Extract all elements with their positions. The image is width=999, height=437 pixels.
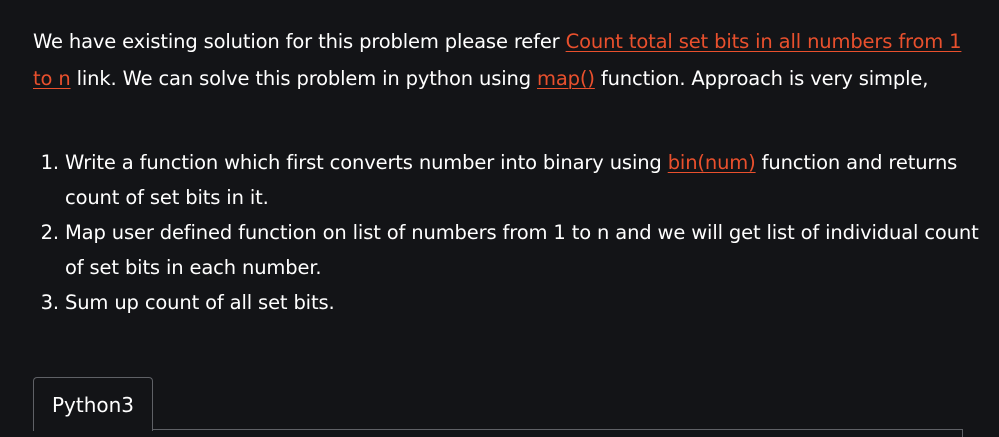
intro-paragraph: We have existing solution for this probl… [33,23,968,97]
article-body: We have existing solution for this probl… [0,0,999,437]
bin-function-link[interactable]: bin(num) [668,151,756,174]
map-function-link[interactable]: map() [537,67,595,90]
approach-steps-list: Write a function which first converts nu… [40,145,990,320]
code-language-tabs: Python3 [33,377,963,437]
code-panel-border [962,429,963,437]
intro-text-middle: link. We can solve this problem in pytho… [70,67,538,90]
tab-python3[interactable]: Python3 [33,377,153,431]
list-item: Map user defined function on list of num… [65,215,990,285]
step-1-text-before: Write a function which first converts nu… [65,151,668,174]
list-item: Write a function which first converts nu… [65,145,990,215]
list-item: Sum up count of all set bits. [65,285,990,320]
step-3-text: Sum up count of all set bits. [65,291,335,314]
step-2-text: Map user defined function on list of num… [65,221,979,279]
intro-text-before: We have existing solution for this probl… [33,30,566,53]
tab-bar-divider [153,429,963,430]
intro-text-after: function. Approach is very simple, [594,67,929,90]
